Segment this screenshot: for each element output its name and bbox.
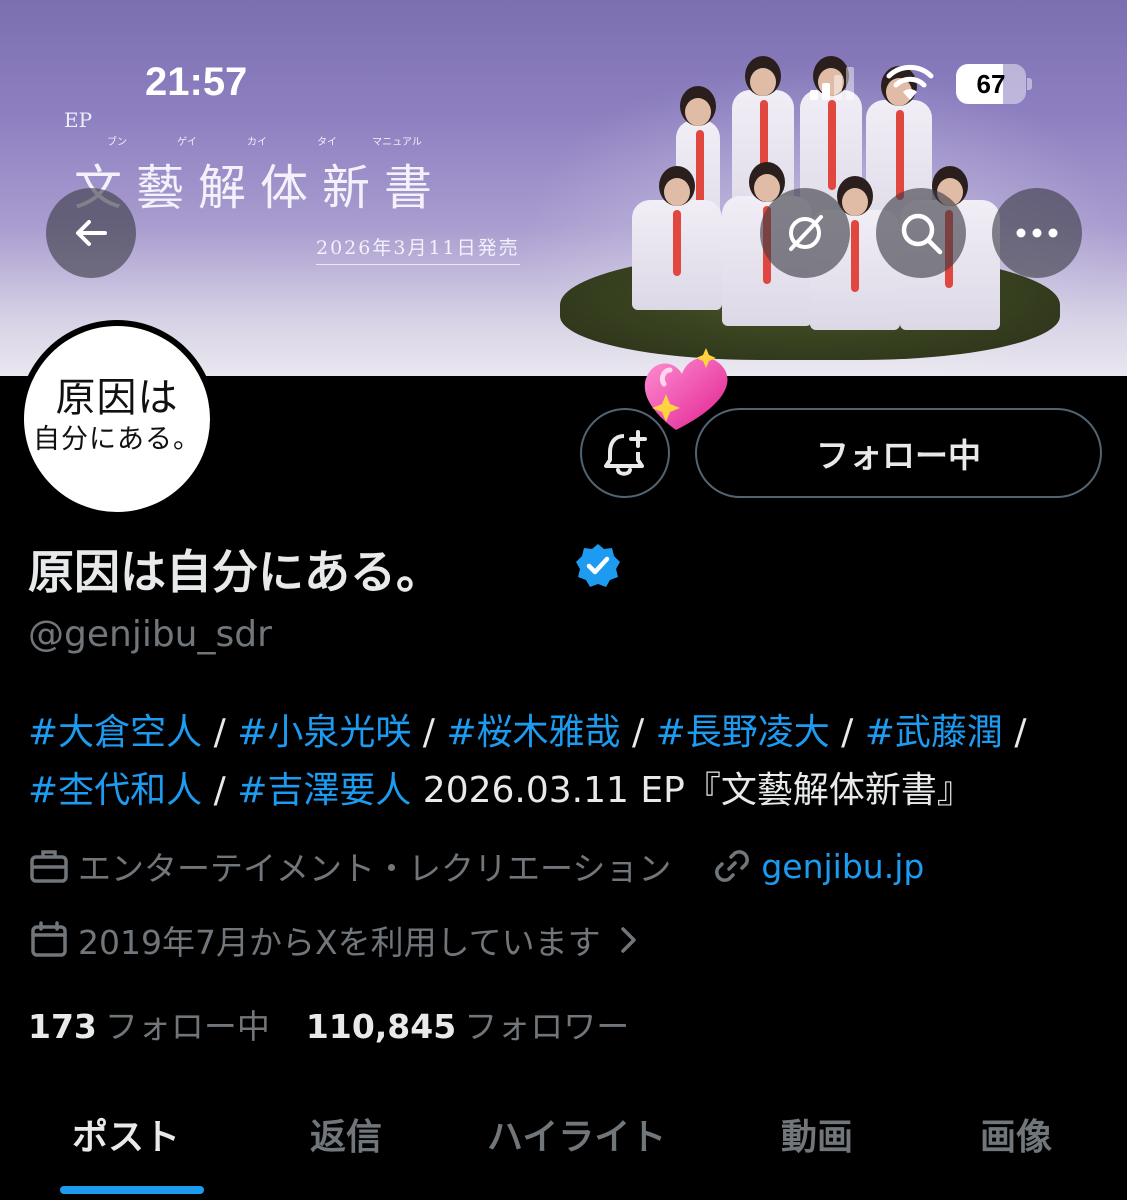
more-button[interactable] [992, 188, 1082, 278]
verified-badge-icon[interactable] [574, 542, 622, 590]
bio-separator: / [620, 712, 656, 753]
bell-plus-icon [604, 430, 647, 476]
following-label: フォロー中 [104, 1007, 270, 1046]
banner-ep-label: EP [64, 108, 93, 132]
status-time: 21:57 [145, 60, 248, 104]
hashtag-link[interactable]: #長野凌大 [656, 712, 830, 753]
grok-icon [789, 215, 823, 251]
more-icon [1016, 228, 1058, 238]
banner-member [632, 166, 722, 310]
briefcase-icon [30, 850, 68, 883]
following-button[interactable]: フォロー中 [695, 408, 1102, 498]
banner-album-title: 文藝解体新書 [74, 160, 447, 216]
battery-percent: 67 [976, 69, 1006, 99]
grok-button[interactable] [760, 188, 850, 278]
battery-indicator: 67 [956, 64, 1032, 104]
ruby-text: カイ [247, 137, 267, 148]
profile-tabs: ポスト 返信 ハイライト 動画 画像 [0, 1090, 1127, 1200]
hashtag-link[interactable]: #吉澤要人 [237, 770, 411, 811]
profile-banner[interactable]: EP ブン ゲイ カイ タイ マニュアル 文藝解体新書 2026年3月11日発売 [0, 0, 1127, 376]
avatar-logo-line: 自分にある。 [33, 424, 201, 455]
profile-stats: 173 フォロー中 110,845 フォロワー [28, 1000, 629, 1048]
notifications-button[interactable] [580, 408, 670, 498]
followers-label: フォロワー [464, 1007, 630, 1046]
cellular-signal-icon [810, 67, 854, 100]
following-stat[interactable]: 173 フォロー中 [28, 1000, 270, 1048]
bio-separator: / [1002, 712, 1027, 753]
ruby-text: ブン [107, 137, 127, 148]
display-name: 原因は自分にある。 [28, 545, 442, 599]
ruby-text: タイ [317, 137, 337, 148]
search-button[interactable] [876, 188, 966, 278]
joined-date-row[interactable]: 2019年7月からXを利用しています [28, 916, 641, 964]
profile-bio: #大倉空人 / #小泉光咲 / #桜木雅哉 / #長野凌大 / #武藤潤 / #… [28, 704, 1108, 820]
back-button[interactable] [46, 188, 136, 278]
search-icon [901, 213, 943, 255]
profile-handle: @genjibu_sdr [28, 614, 272, 655]
hashtag-link[interactable]: #武藤潤 [865, 712, 1003, 753]
calendar-icon [31, 921, 67, 957]
bio-separator: / [202, 712, 238, 753]
hashtag-link[interactable]: #桜木雅哉 [446, 712, 620, 753]
tab-highlights[interactable]: ハイライト [487, 1108, 666, 1160]
followers-stat[interactable]: 110,845 フォロワー [306, 1000, 629, 1048]
link-icon [715, 850, 750, 882]
profile-meta-row: エンターテイメント・レクリエーション genjibu.jp [28, 842, 924, 890]
back-arrow-icon [76, 220, 107, 246]
tab-replies[interactable]: 返信 [310, 1108, 382, 1160]
bio-separator: / [829, 712, 865, 753]
bio-text: 2026.03.11 EP『文藝解体新書』 [411, 770, 973, 811]
banner-release-date: 2026年3月11日発売 [316, 233, 520, 265]
bio-separator: / [411, 712, 447, 753]
hashtag-link[interactable]: #杢代和人 [28, 770, 202, 811]
ruby-text: マニュアル [372, 137, 422, 148]
website-link[interactable]: genjibu.jp [761, 847, 924, 886]
hashtag-link[interactable]: #小泉光咲 [237, 712, 411, 753]
followers-count: 110,845 [305, 1007, 457, 1046]
profile-category: エンターテイメント・レクリエーション [78, 849, 672, 888]
joined-date: 2019年7月からXを利用しています [78, 923, 601, 962]
active-tab-indicator [60, 1186, 204, 1194]
tab-videos[interactable]: 動画 [781, 1108, 853, 1160]
hashtag-link[interactable]: #大倉空人 [28, 712, 202, 753]
tab-images[interactable]: 画像 [980, 1108, 1052, 1160]
tab-posts[interactable]: ポスト [72, 1108, 180, 1160]
avatar-logo-line: 原因は [55, 375, 179, 421]
following-count: 173 [28, 1007, 97, 1046]
chevron-right-icon [620, 927, 636, 953]
ruby-text: ゲイ [177, 137, 197, 148]
profile-avatar[interactable]: 原因は 自分にある。 [18, 320, 216, 518]
bio-separator: / [202, 770, 238, 811]
wifi-icon [886, 64, 934, 100]
banner-ruby: ブン ゲイ カイ タイ マニュアル [82, 133, 502, 148]
